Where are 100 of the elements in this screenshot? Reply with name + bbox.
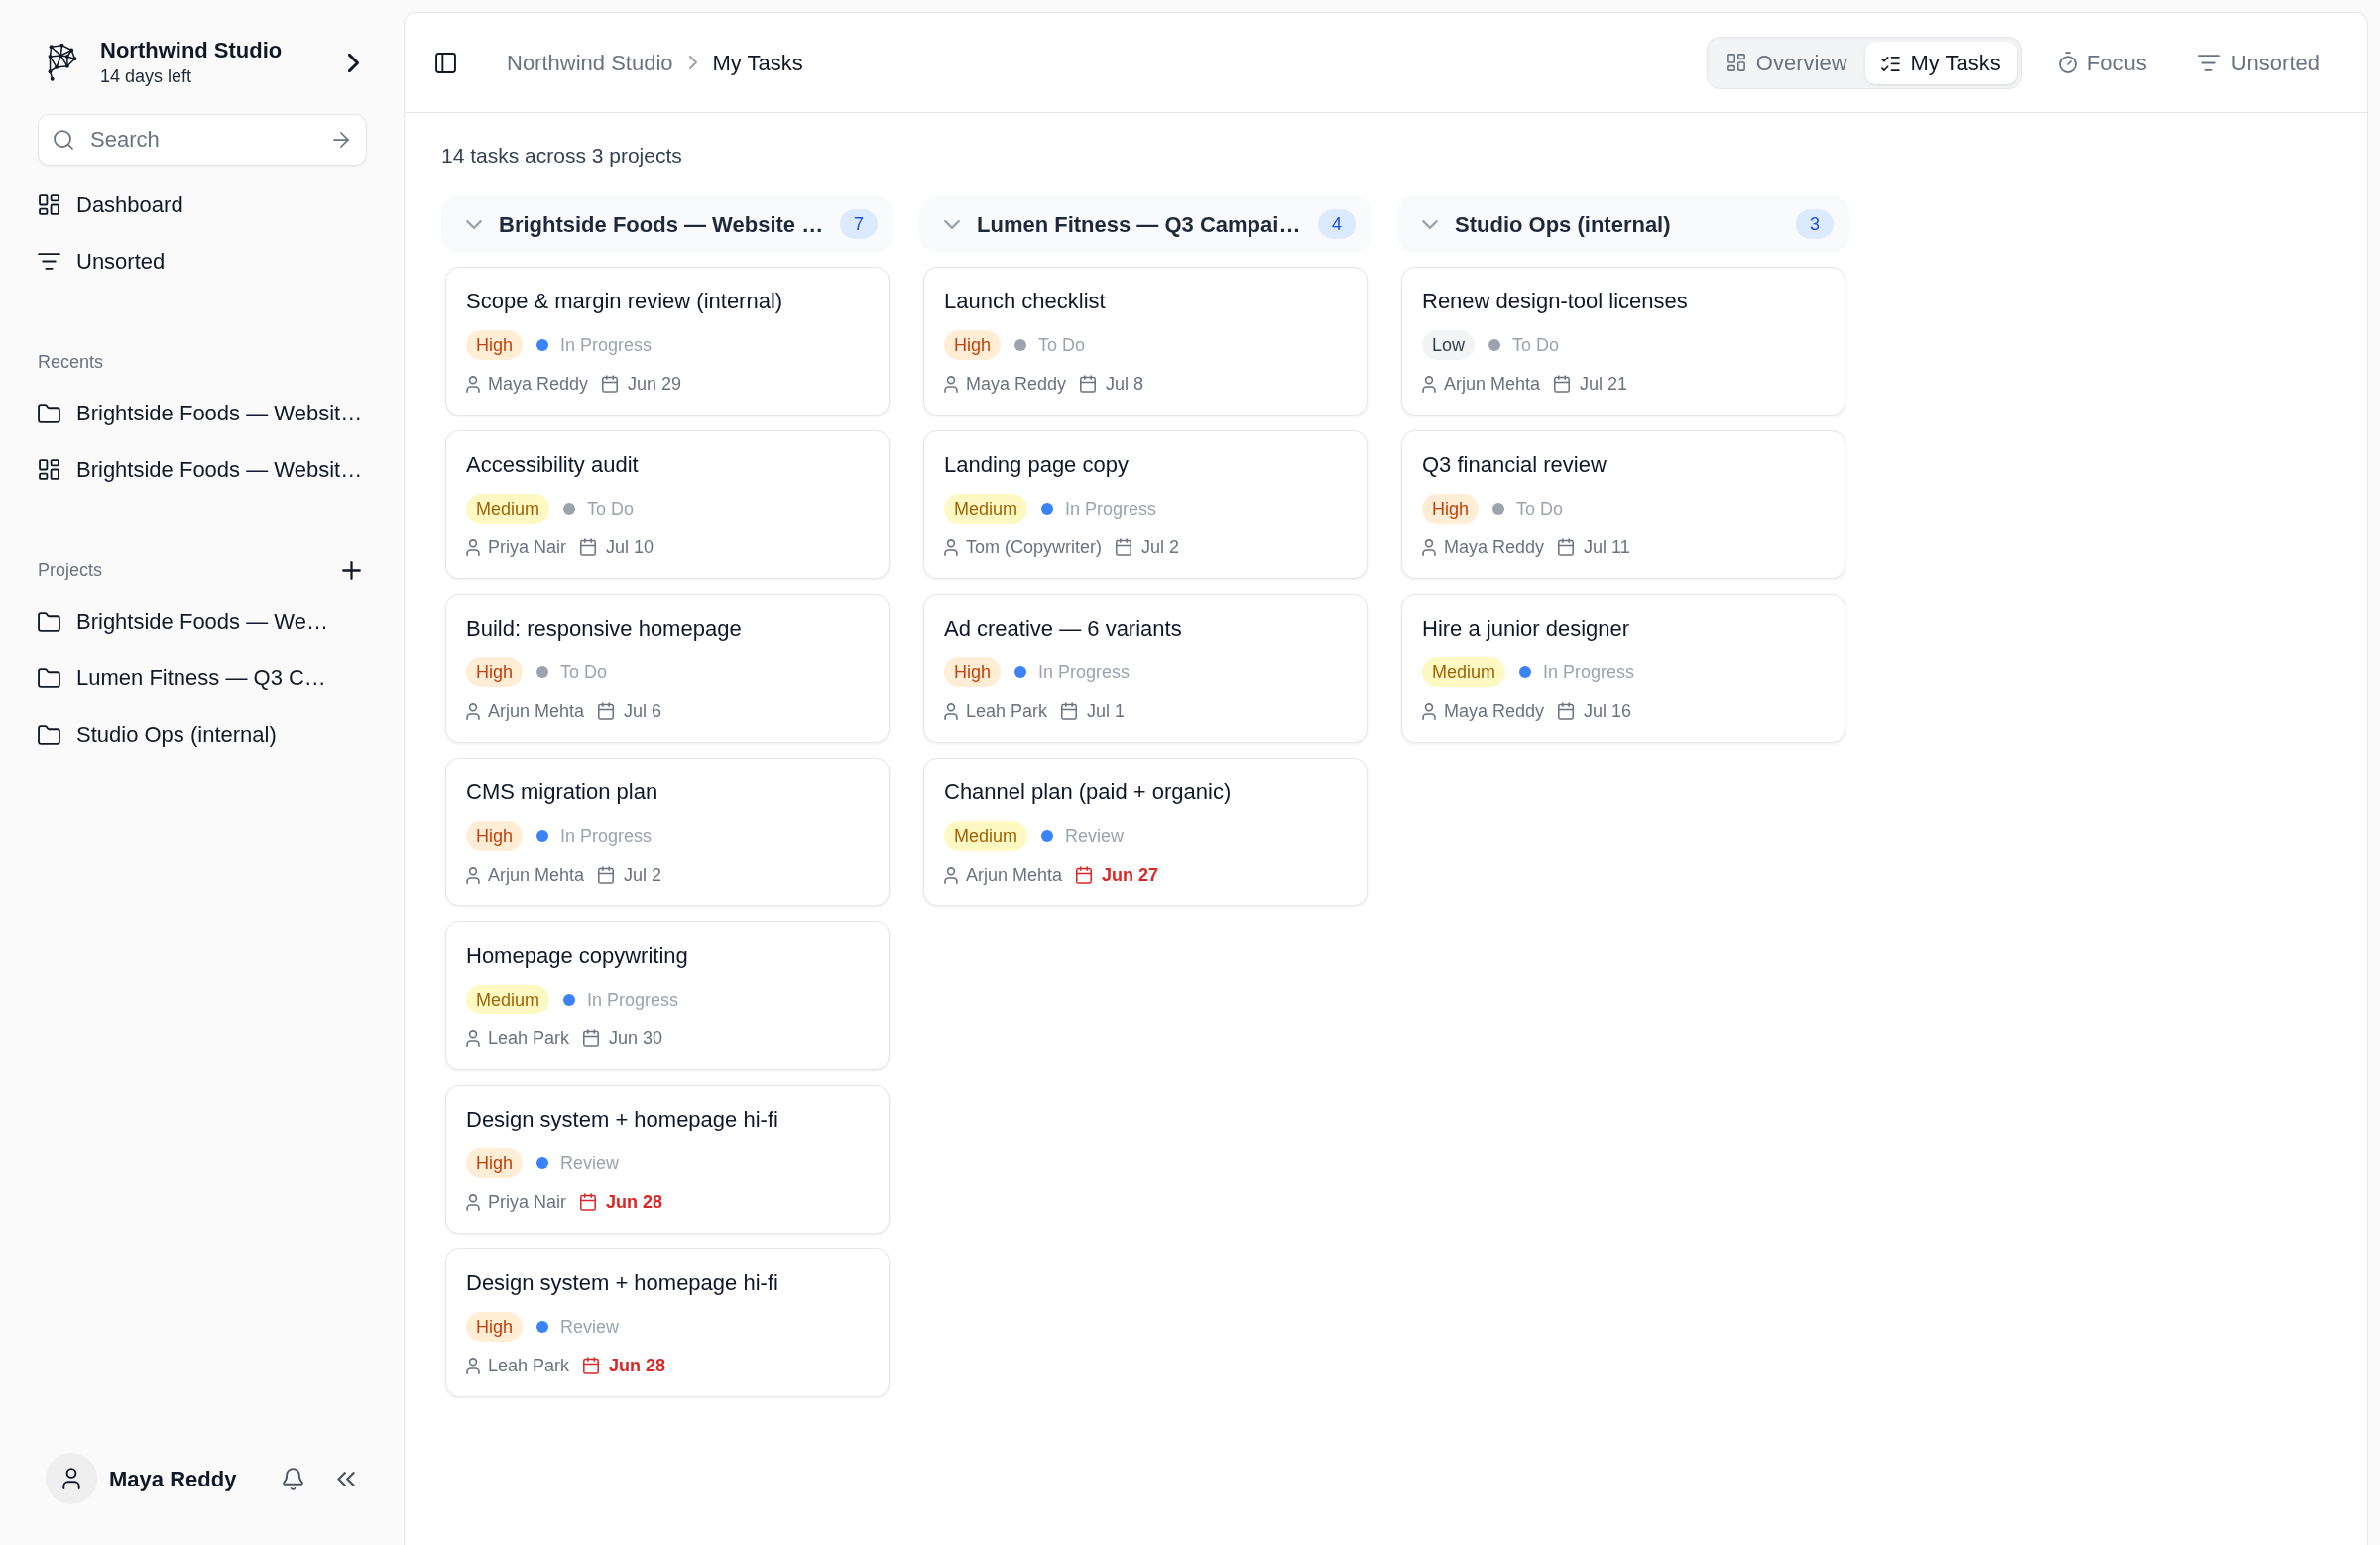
user-name: Maya Reddy <box>109 1465 237 1493</box>
due-date: Jun 28 <box>609 1354 666 1377</box>
due-date: Jul 2 <box>624 863 662 887</box>
plus-icon[interactable] <box>342 560 361 580</box>
task-title: Q3 financial review <box>1422 451 1607 479</box>
task-title: Accessibility audit <box>466 451 640 479</box>
due-date: Jul 6 <box>624 699 662 723</box>
priority-badge: Medium <box>944 821 1028 851</box>
person-icon <box>944 866 958 884</box>
priority-badge: Medium <box>466 494 550 524</box>
priority-badge: High <box>944 330 1002 360</box>
task-card[interactable]: Renew design-tool licenses Low To Do Arjun Mehta Jul 21 <box>1401 267 1845 416</box>
priority-badge: High <box>466 1148 524 1178</box>
task-card[interactable]: Accessibility audit Medium To Do Priya Nair Jul 10 <box>445 430 890 579</box>
status-label: In Progress <box>560 333 653 357</box>
breadcrumb-link[interactable]: Northwind Studio <box>507 46 673 79</box>
sidebar-item[interactable]: Brightside Foods — Websit… <box>38 441 367 498</box>
section-label: Projects <box>38 559 103 582</box>
due-date: Jul 21 <box>1580 372 1628 396</box>
calendar-icon <box>1080 375 1097 393</box>
task-card[interactable]: Design system + homepage hi-fi High Review Priya Nair Jun 28 <box>445 1085 890 1234</box>
priority-badge: High <box>466 821 524 851</box>
due-date: Jul 16 <box>1584 699 1632 723</box>
assignee-name: Leah Park <box>488 1354 570 1377</box>
search-field[interactable]: Search <box>38 114 367 166</box>
task-card[interactable]: Q3 financial review High To Do Maya Reddy Jul 11 <box>1401 430 1845 579</box>
person-icon <box>466 538 480 556</box>
folder-icon <box>38 403 60 423</box>
column-title: Lumen Fitness — Q3 Campai… <box>977 210 1301 239</box>
sidebar-item[interactable]: Brightside Foods — We… <box>38 593 367 650</box>
sidebar-item[interactable]: Brightside Foods — Websit… <box>38 385 367 441</box>
view-tab[interactable]: My Tasks <box>1864 41 2017 84</box>
due-date: Jul 2 <box>1141 535 1180 559</box>
priority-badge: High <box>466 657 524 687</box>
task-card[interactable]: Landing page copy Medium In Progress Tom (Copywriter) Jul 2 <box>923 430 1368 579</box>
due-date: Jul 10 <box>606 535 654 559</box>
task-title: Ad creative — 6 variants <box>944 615 1183 643</box>
chevron-right-icon[interactable] <box>348 53 359 72</box>
task-card[interactable]: Build: responsive homepage High To Do Arjun Mehta Jul 6 <box>445 594 890 743</box>
status-label: Review <box>560 1151 620 1175</box>
task-card[interactable]: Channel plan (paid + organic) Medium Review Arjun Mehta Jun 27 <box>923 758 1368 906</box>
sidebar-item[interactable]: Lumen Fitness — Q3 C… <box>38 650 367 706</box>
task-card[interactable]: Ad creative — 6 variants High In Progress Leah Park Jul 1 <box>923 594 1368 743</box>
bell-icon[interactable] <box>283 1467 303 1490</box>
task-card[interactable]: Design system + homepage hi-fi High Review Leah Park Jun 28 <box>445 1248 890 1397</box>
person-icon <box>944 375 958 393</box>
chevron-right-icon <box>688 56 697 69</box>
toolbar-button[interactable]: Unsorted <box>2185 41 2331 84</box>
person-icon <box>1422 702 1436 720</box>
status-label: To Do <box>1512 333 1560 357</box>
search-icon <box>54 130 73 150</box>
person-icon <box>944 538 958 556</box>
filter-lines-icon <box>38 253 60 270</box>
folder-icon <box>38 724 60 745</box>
task-title: Hire a junior designer <box>1422 615 1631 643</box>
assignee-name: Arjun Mehta <box>488 699 585 723</box>
panel-left-icon[interactable] <box>435 52 456 73</box>
network-logo-icon <box>48 44 77 81</box>
sidebar-item[interactable]: Unsorted <box>38 233 367 290</box>
calendar-icon <box>1554 375 1571 393</box>
task-title: Design system + homepage hi-fi <box>466 1269 779 1297</box>
task-card[interactable]: CMS migration plan High In Progress Arjun Mehta Jul 2 <box>445 758 890 906</box>
task-title: CMS migration plan <box>466 778 659 806</box>
priority-badge: Medium <box>944 494 1028 524</box>
status-label: To Do <box>1516 497 1564 521</box>
sidebar-item[interactable]: Dashboard <box>38 177 367 233</box>
calendar-icon <box>1116 538 1131 556</box>
chevrons-left-icon[interactable] <box>337 1471 355 1486</box>
calendar-icon <box>580 538 596 556</box>
due-date: Jul 8 <box>1106 372 1144 396</box>
task-card[interactable]: Hire a junior designer Medium In Progress Maya Reddy Jul 16 <box>1401 594 1845 743</box>
arrow-right-icon[interactable] <box>333 132 349 148</box>
count-badge: 7 <box>840 209 878 239</box>
assignee-name: Priya Nair <box>488 535 566 559</box>
status-label: To Do <box>1038 333 1086 357</box>
task-card[interactable]: Homepage copywriting Medium In Progress Leah Park Jun 30 <box>445 921 890 1070</box>
person-icon <box>466 1029 480 1047</box>
count-badge: 4 <box>1318 209 1356 239</box>
sidebar-item[interactable]: Studio Ops (internal) <box>38 706 367 763</box>
task-card[interactable]: Launch checklist High To Do Maya Reddy Jul 8 <box>923 267 1368 416</box>
person-icon <box>466 866 480 884</box>
due-date: Jul 11 <box>1584 535 1630 559</box>
user-avatar-icon <box>46 1453 97 1504</box>
task-title: Build: responsive homepage <box>466 615 743 643</box>
folder-icon <box>38 667 60 688</box>
due-date: Jun 27 <box>1102 863 1159 887</box>
breadcrumb-current: My Tasks <box>712 49 803 77</box>
due-date: Jul 1 <box>1087 699 1126 723</box>
assignee-name: Maya Reddy <box>488 372 589 396</box>
toolbar-button[interactable]: Focus <box>2046 41 2159 84</box>
task-card[interactable]: Scope & margin review (internal) High In Progress Maya Reddy Jun 29 <box>445 267 890 416</box>
calendar-icon <box>1061 702 1078 720</box>
view-tab[interactable]: Overview <box>1711 41 1863 84</box>
priority-badge: High <box>466 1312 524 1342</box>
assignee-name: Tom (Copywriter) <box>966 535 1102 559</box>
assignee-name: Arjun Mehta <box>488 863 585 887</box>
task-title: Scope & margin review (internal) <box>466 288 784 315</box>
task-title: Renew design-tool licenses <box>1422 288 1689 315</box>
assignee-name: Maya Reddy <box>966 372 1067 396</box>
status-label: To Do <box>560 660 608 684</box>
